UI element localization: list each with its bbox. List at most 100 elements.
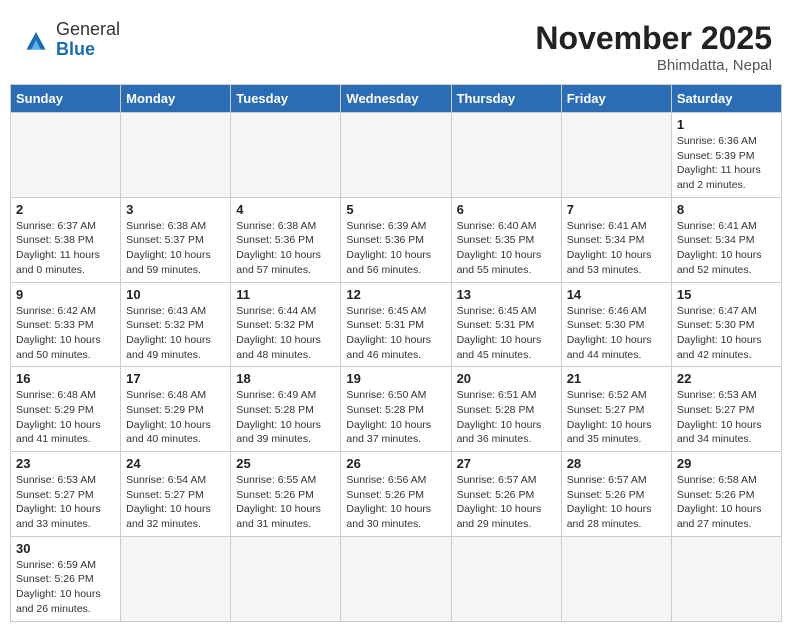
calendar-week-row: 30Sunrise: 6:59 AM Sunset: 5:26 PM Dayli… [11,536,782,621]
day-number: 21 [567,371,666,386]
calendar-day-cell [671,536,781,621]
day-info: Sunrise: 6:45 AM Sunset: 5:31 PM Dayligh… [457,304,556,363]
calendar-day-cell: 7 Sunrise: 6:41 AM Sunset: 5:34 PM Daylig… [561,197,671,282]
day-number: 17 [126,371,225,386]
day-number: 20 [457,371,556,386]
day-number: 27 [457,456,556,471]
day-info: Sunrise: 6:46 AM Sunset: 5:30 PM Dayligh… [567,304,666,363]
logo-blue-text: Blue [56,39,95,59]
calendar-day-cell: 21 Sunrise: 6:52 AM Sunset: 5:27 PM Dayli… [561,367,671,452]
calendar-day-cell [451,536,561,621]
calendar-day-cell [11,113,121,198]
weekday-header-cell: Thursday [451,85,561,113]
calendar-day-cell: 5Sunrise: 6:39 AM Sunset: 5:36 PM Daylig… [341,197,451,282]
day-number: 6 [457,202,556,217]
day-info: Sunrise: 6:54 AM Sunset: 5:27 PM Dayligh… [126,473,225,532]
day-number: 12 [346,287,445,302]
day-info: Sunrise: 6:38 AM Sunset: 5:36 PM Dayligh… [236,219,335,278]
day-number: 24 [126,456,225,471]
calendar-day-cell: 20 Sunrise: 6:51 AM Sunset: 5:28 PM Dayli… [451,367,561,452]
day-info: Sunrise: 6:49 AM Sunset: 5:28 PM Dayligh… [236,388,335,447]
calendar-week-row: 2 Sunrise: 6:37 AM Sunset: 5:38 PM Daylig… [11,197,782,282]
calendar-day-cell: 6 Sunrise: 6:40 AM Sunset: 5:35 PM Daylig… [451,197,561,282]
calendar-day-cell: 13 Sunrise: 6:45 AM Sunset: 5:31 PM Dayli… [451,282,561,367]
day-number: 28 [567,456,666,471]
title-block: November 2025 Bhimdatta, Nepal [535,20,772,74]
calendar-day-cell: 18Sunrise: 6:49 AM Sunset: 5:28 PM Dayli… [231,367,341,452]
calendar-day-cell [121,536,231,621]
weekday-header-cell: Saturday [671,85,781,113]
calendar-day-cell: 11 Sunrise: 6:44 AM Sunset: 5:32 PM Dayli… [231,282,341,367]
calendar-day-cell [341,536,451,621]
calendar-day-cell: 24 Sunrise: 6:54 AM Sunset: 5:27 PM Dayli… [121,452,231,537]
calendar-day-cell: 10Sunrise: 6:43 AM Sunset: 5:32 PM Dayli… [121,282,231,367]
day-info: Sunrise: 6:56 AM Sunset: 5:26 PM Dayligh… [346,473,445,532]
day-info: Sunrise: 6:53 AM Sunset: 5:27 PM Dayligh… [677,388,776,447]
day-info: Sunrise: 6:36 AM Sunset: 5:39 PM Dayligh… [677,134,776,193]
calendar-day-cell [231,536,341,621]
calendar-day-cell: 25Sunrise: 6:55 AM Sunset: 5:26 PM Dayli… [231,452,341,537]
day-info: Sunrise: 6:52 AM Sunset: 5:27 PM Dayligh… [567,388,666,447]
day-info: Sunrise: 6:40 AM Sunset: 5:35 PM Dayligh… [457,219,556,278]
calendar-day-cell [231,113,341,198]
weekday-header-cell: Wednesday [341,85,451,113]
day-info: Sunrise: 6:59 AM Sunset: 5:26 PM Dayligh… [16,558,115,617]
weekday-header-cell: Sunday [11,85,121,113]
calendar-day-cell: 8Sunrise: 6:41 AM Sunset: 5:34 PM Daylig… [671,197,781,282]
calendar-day-cell: 16 Sunrise: 6:48 AM Sunset: 5:29 PM Dayli… [11,367,121,452]
day-info: Sunrise: 6:48 AM Sunset: 5:29 PM Dayligh… [16,388,115,447]
day-info: Sunrise: 6:47 AM Sunset: 5:30 PM Dayligh… [677,304,776,363]
calendar-day-cell: 28 Sunrise: 6:57 AM Sunset: 5:26 PM Dayli… [561,452,671,537]
day-info: Sunrise: 6:43 AM Sunset: 5:32 PM Dayligh… [126,304,225,363]
day-info: Sunrise: 6:53 AM Sunset: 5:27 PM Dayligh… [16,473,115,532]
logo-text: General Blue [56,20,120,60]
calendar-day-cell: 26 Sunrise: 6:56 AM Sunset: 5:26 PM Dayli… [341,452,451,537]
day-number: 13 [457,287,556,302]
day-number: 4 [236,202,335,217]
weekday-header-cell: Monday [121,85,231,113]
day-number: 19 [346,371,445,386]
day-info: Sunrise: 6:37 AM Sunset: 5:38 PM Dayligh… [16,219,115,278]
day-number: 2 [16,202,115,217]
day-info: Sunrise: 6:41 AM Sunset: 5:34 PM Dayligh… [567,219,666,278]
calendar-day-cell: 19 Sunrise: 6:50 AM Sunset: 5:28 PM Dayli… [341,367,451,452]
day-number: 11 [236,287,335,302]
calendar-day-cell: 4 Sunrise: 6:38 AM Sunset: 5:36 PM Daylig… [231,197,341,282]
calendar-day-cell: 14 Sunrise: 6:46 AM Sunset: 5:30 PM Dayli… [561,282,671,367]
day-info: Sunrise: 6:42 AM Sunset: 5:33 PM Dayligh… [16,304,115,363]
day-number: 7 [567,202,666,217]
day-number: 22 [677,371,776,386]
calendar-day-cell [121,113,231,198]
calendar-day-cell: 3Sunrise: 6:38 AM Sunset: 5:37 PM Daylig… [121,197,231,282]
logo-icon [20,24,52,56]
weekday-header-row: SundayMondayTuesdayWednesdayThursdayFrid… [11,85,782,113]
calendar-day-cell [341,113,451,198]
day-number: 16 [16,371,115,386]
calendar-day-cell: 15Sunrise: 6:47 AM Sunset: 5:30 PM Dayli… [671,282,781,367]
calendar-day-cell: 1Sunrise: 6:36 AM Sunset: 5:39 PM Daylig… [671,113,781,198]
day-info: Sunrise: 6:44 AM Sunset: 5:32 PM Dayligh… [236,304,335,363]
calendar-day-cell: 22 Sunrise: 6:53 AM Sunset: 5:27 PM Dayli… [671,367,781,452]
logo: General Blue [20,20,120,60]
calendar-day-cell: 29 Sunrise: 6:58 AM Sunset: 5:26 PM Dayli… [671,452,781,537]
logo-general-text: General [56,19,120,39]
day-info: Sunrise: 6:39 AM Sunset: 5:36 PM Dayligh… [346,219,445,278]
day-info: Sunrise: 6:55 AM Sunset: 5:26 PM Dayligh… [236,473,335,532]
calendar-day-cell: 27Sunrise: 6:57 AM Sunset: 5:26 PM Dayli… [451,452,561,537]
calendar-week-row: 16 Sunrise: 6:48 AM Sunset: 5:29 PM Dayli… [11,367,782,452]
calendar-day-cell: 9Sunrise: 6:42 AM Sunset: 5:33 PM Daylig… [11,282,121,367]
calendar-week-row: 1Sunrise: 6:36 AM Sunset: 5:39 PM Daylig… [11,113,782,198]
page-header: General Blue November 2025 Bhimdatta, Ne… [10,10,782,79]
day-number: 26 [346,456,445,471]
day-number: 14 [567,287,666,302]
day-info: Sunrise: 6:50 AM Sunset: 5:28 PM Dayligh… [346,388,445,447]
day-info: Sunrise: 6:57 AM Sunset: 5:26 PM Dayligh… [567,473,666,532]
day-info: Sunrise: 6:51 AM Sunset: 5:28 PM Dayligh… [457,388,556,447]
calendar-day-cell [561,536,671,621]
calendar-day-cell: 12Sunrise: 6:45 AM Sunset: 5:31 PM Dayli… [341,282,451,367]
day-number: 8 [677,202,776,217]
day-number: 29 [677,456,776,471]
calendar-day-cell [561,113,671,198]
day-info: Sunrise: 6:58 AM Sunset: 5:26 PM Dayligh… [677,473,776,532]
calendar-day-cell: 30Sunrise: 6:59 AM Sunset: 5:26 PM Dayli… [11,536,121,621]
